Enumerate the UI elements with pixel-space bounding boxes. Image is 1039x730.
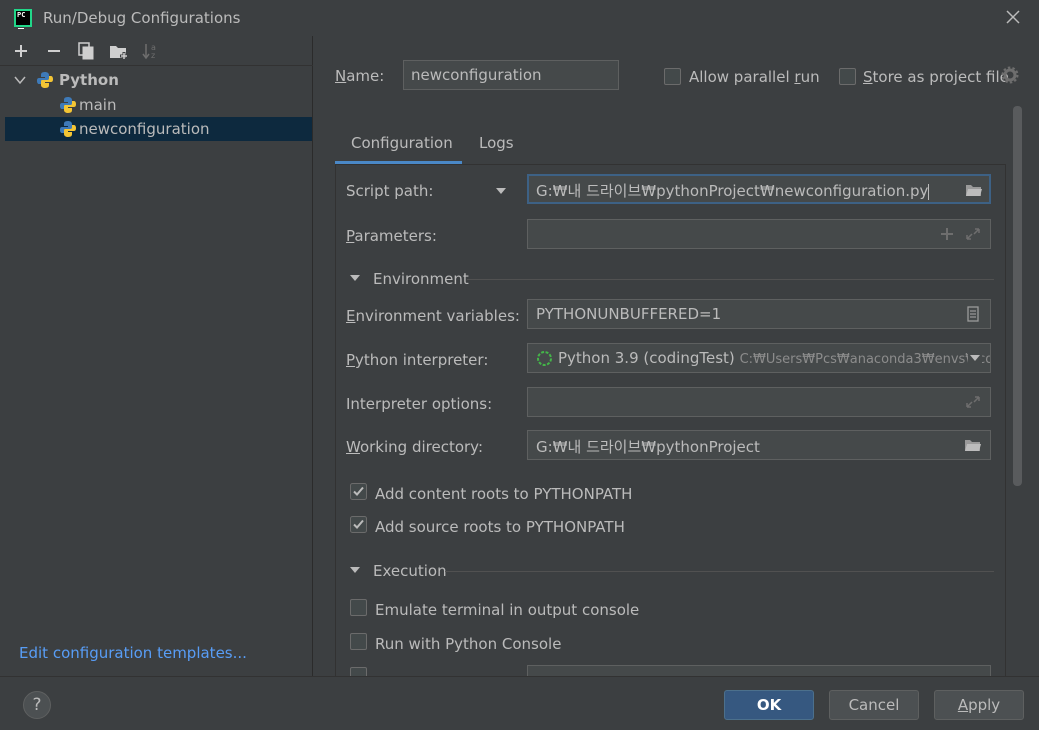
dialog-button-bar: ? OK Cancel Apply — [0, 676, 1039, 730]
python-icon — [37, 72, 53, 88]
allow-parallel-run-label: Allow parallel run — [689, 68, 820, 86]
tab-configuration[interactable]: Configuration — [351, 134, 453, 152]
environment-variables-field[interactable]: PYTHONUNBUFFERED=1 — [527, 299, 991, 329]
interpreter-options-label: Interpreter options: — [346, 395, 493, 413]
store-as-project-file-label: Store as project file — [863, 68, 1009, 86]
expand-icon[interactable] — [964, 226, 982, 242]
python-interpreter-dropdown[interactable]: Python 3.9 (codingTest) C:₩Users₩Pcs₩ana… — [527, 343, 991, 373]
tree-item-label: newconfiguration — [79, 120, 210, 138]
add-source-roots-checkbox[interactable] — [350, 516, 367, 533]
script-path-label: Script path: — [346, 182, 434, 200]
chevron-down-icon[interactable] — [13, 73, 27, 87]
python-interpreter-label: Python interpreter: — [346, 351, 489, 369]
configurations-sidebar: a z Python main newconfiguration Edit co… — [0, 36, 313, 676]
tab-bar: Configuration Logs — [335, 126, 1006, 164]
configuration-editor: Name: newconfiguration Allow parallel ru… — [314, 36, 1039, 676]
dropdown-arrow-icon[interactable] — [494, 186, 508, 196]
environment-variables-label: Environment variables: — [346, 307, 520, 325]
working-directory-field[interactable]: G:₩내 드라이브₩pythonProject — [527, 430, 991, 460]
close-icon[interactable] — [1003, 7, 1023, 27]
environment-section-title: Environment — [373, 270, 469, 288]
interpreter-options-field[interactable] — [527, 387, 991, 417]
add-content-roots-checkbox[interactable] — [350, 483, 367, 500]
sidebar-toolbar: a z — [0, 36, 313, 66]
tree-item-python[interactable]: Python — [5, 68, 312, 92]
add-content-roots-label: Add content roots to PYTHONPATH — [375, 485, 633, 503]
expand-icon[interactable] — [964, 394, 982, 410]
apply-button[interactable]: Apply — [934, 690, 1024, 720]
configuration-form: Script path: G:₩내 드라이브₩pythonProject₩new… — [335, 164, 1006, 676]
folder-icon[interactable] — [964, 437, 982, 453]
title-bar: PC Run/Debug Configurations — [0, 0, 1039, 36]
store-as-project-file-checkbox[interactable] — [839, 68, 856, 85]
ok-button[interactable]: OK — [724, 690, 814, 720]
chevron-down-icon[interactable] — [349, 273, 361, 283]
folder-add-icon[interactable] — [108, 40, 130, 62]
parameters-label: Parameters: — [346, 227, 437, 245]
cut-off-checkbox[interactable] — [350, 667, 367, 676]
section-divider — [467, 279, 994, 280]
remove-icon[interactable] — [43, 40, 65, 62]
run-with-python-console-label: Run with Python Console — [375, 635, 562, 653]
python-icon — [60, 121, 76, 137]
pycharm-logo-icon: PC — [14, 9, 32, 29]
scrollbar[interactable] — [1013, 106, 1022, 486]
section-divider — [445, 571, 994, 572]
cut-off-field[interactable] — [527, 665, 991, 676]
conda-icon — [537, 351, 552, 366]
svg-text:z: z — [151, 51, 155, 60]
sort-icon[interactable]: a z — [140, 40, 162, 62]
folder-icon[interactable] — [965, 182, 983, 198]
script-path-field[interactable]: G:₩내 드라이브₩pythonProject₩newconfiguration… — [527, 174, 991, 204]
emulate-terminal-checkbox[interactable] — [350, 599, 367, 616]
document-icon[interactable] — [964, 306, 982, 322]
tree-item-label: main — [79, 96, 117, 114]
tab-logs[interactable]: Logs — [479, 134, 514, 152]
parameters-field[interactable] — [527, 219, 991, 249]
window-title: Run/Debug Configurations — [43, 9, 241, 27]
add-icon[interactable] — [10, 40, 32, 62]
run-with-python-console-checkbox[interactable] — [350, 633, 367, 650]
chevron-down-icon[interactable] — [968, 353, 982, 363]
tree-item-newconfiguration[interactable]: newconfiguration — [5, 117, 312, 141]
add-source-roots-label: Add source roots to PYTHONPATH — [375, 518, 625, 536]
edit-configuration-templates-link[interactable]: Edit configuration templates... — [19, 644, 247, 662]
chevron-down-icon[interactable] — [349, 565, 361, 575]
tree-item-label: Python — [59, 71, 119, 89]
working-directory-label: Working directory: — [346, 438, 484, 456]
gear-icon[interactable] — [1001, 66, 1019, 84]
cancel-button[interactable]: Cancel — [829, 690, 919, 720]
copy-icon[interactable] — [75, 40, 97, 62]
allow-parallel-run-checkbox[interactable] — [664, 68, 681, 85]
help-button[interactable]: ? — [23, 691, 51, 719]
emulate-terminal-label: Emulate terminal in output console — [375, 601, 640, 619]
name-input[interactable]: newconfiguration — [403, 60, 619, 90]
tree-item-main[interactable]: main — [5, 93, 312, 117]
python-icon — [60, 97, 76, 113]
add-icon[interactable] — [938, 226, 956, 242]
execution-section-title: Execution — [373, 562, 447, 580]
name-label: Name: — [335, 67, 385, 85]
